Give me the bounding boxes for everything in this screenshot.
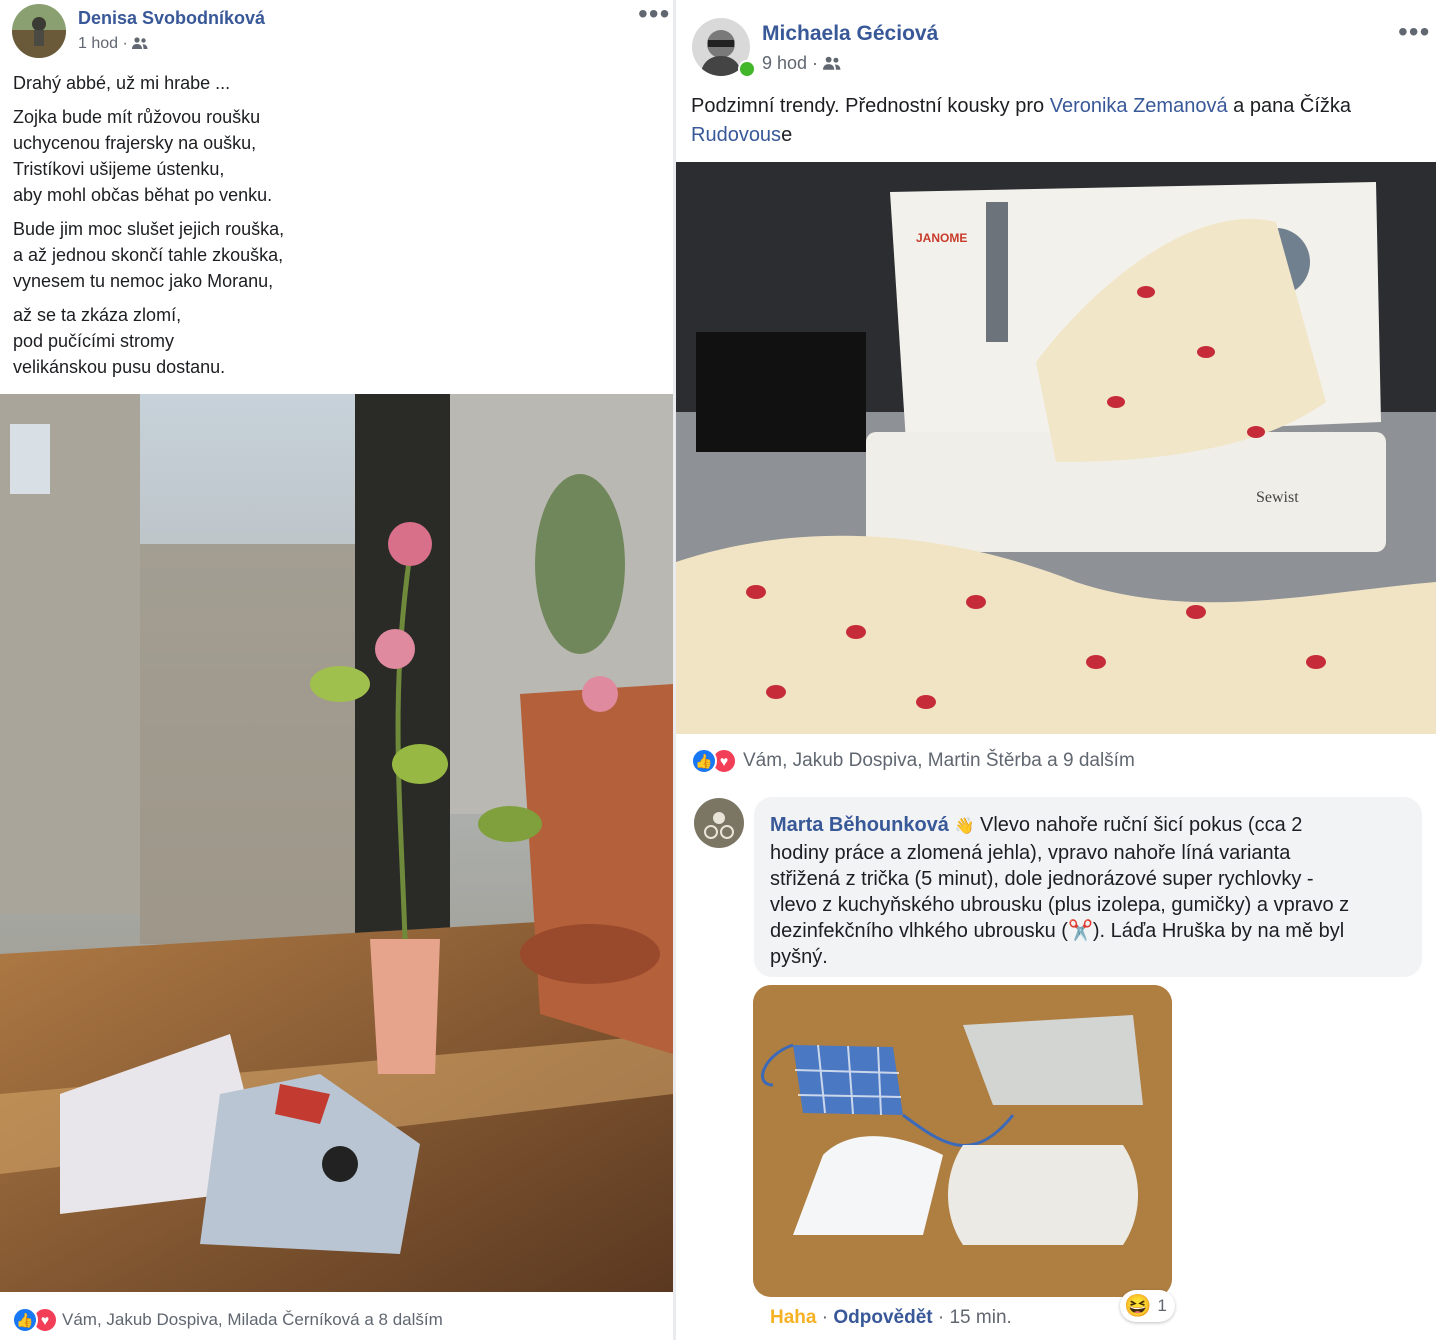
post-paragraph: Drahý abbé, už mi hrabe ... — [13, 70, 230, 96]
post-photo[interactable]: JANOME Sewist — [676, 162, 1436, 734]
comment-line: Vlevo nahoře ruční šicí pokus (cca 2 — [979, 814, 1303, 836]
comment-photo[interactable] — [753, 985, 1172, 1297]
mention-link[interactable]: Veronika Zemanová — [1050, 95, 1228, 117]
comment-line: hodiny práce a zlomená jehla), vpravo na… — [770, 842, 1291, 864]
comment-reaction-count[interactable]: 😆 1 — [1120, 1290, 1175, 1322]
post-photo[interactable] — [0, 394, 673, 1292]
like-icon: 👍 — [12, 1307, 38, 1333]
post-card: Denisa Svobodníková 1 hod · ••• Drahý ab… — [0, 0, 673, 1340]
post-time-text: 1 hod — [78, 35, 119, 52]
reply-link[interactable]: Odpovědět — [833, 1307, 932, 1328]
more-options-button[interactable]: ••• — [1398, 18, 1430, 46]
post-time[interactable]: 1 hod · — [78, 35, 148, 53]
comment-time[interactable]: 15 min. — [949, 1307, 1011, 1328]
comment-line: střižená z trička (5 minut), dole jednor… — [770, 868, 1314, 890]
comment-line: dezinfekčního vlhkého ubrousku (✂️). Láď… — [770, 920, 1345, 942]
friends-icon — [132, 35, 148, 52]
post-time[interactable]: 9 hod · — [762, 53, 841, 74]
wave-icon: 👋 — [954, 818, 975, 835]
comment-actions: Haha · Odpovědět · 15 min. — [770, 1307, 1012, 1328]
comment-line: pyšný. — [770, 946, 828, 968]
post-line: Tristíkovi ušijeme ústenku, — [13, 159, 225, 179]
reactions-summary[interactable]: 👍 ♥ Vám, Jakub Dospiva, Martin Štěrba a … — [691, 748, 1135, 774]
mention-link[interactable]: Rudovous — [691, 124, 781, 146]
reactions-summary[interactable]: 👍 ♥ Vám, Jakub Dospiva, Milada Černíková… — [12, 1307, 443, 1333]
post-paragraph: až se ta zkáza zlomí, pod pučícími stromy… — [13, 302, 225, 380]
post-line: uchycenou frajersky na oušku, — [13, 133, 257, 153]
friends-icon — [823, 53, 841, 73]
reactions-text: Vám, Jakub Dospiva, Martin Štěrba a 9 da… — [743, 750, 1135, 771]
online-status-dot — [738, 60, 756, 78]
post-line: Zojka bude mít růžovou roušku — [13, 107, 261, 127]
author-avatar[interactable] — [12, 4, 66, 58]
post-text-part: a pana Čížka — [1227, 95, 1352, 117]
comment-body: Vlevo nahoře ruční šicí pokus (cca 2 hodi… — [770, 814, 1349, 968]
haha-reaction-link[interactable]: Haha — [770, 1307, 816, 1328]
post-paragraph: Zojka bude mít růžovou roušku uchycenou f… — [13, 104, 272, 208]
post-line: vynesem tu nemoc jako Moranu, — [13, 271, 274, 291]
post-paragraph: Bude jim moc slušet jejich rouška, a až j… — [13, 216, 284, 294]
post-text: Podzimní trendy. Přednostní kousky pro V… — [691, 92, 1351, 150]
post-line: aby mohl občas běhat po venku. — [13, 185, 273, 205]
comment-line: vlevo z kuchyňského ubrousku (plus izole… — [770, 894, 1350, 916]
post-text-part: e — [781, 124, 793, 146]
comment-text: Marta Běhounková 👋 Vlevo nahoře ruční ši… — [770, 812, 1349, 970]
svg-text:JANOME: JANOME — [916, 231, 967, 245]
post-time-text: 9 hod — [762, 53, 808, 73]
post-card: Michaela Géciová 9 hod · ••• Podzimní tr… — [676, 0, 1436, 1340]
post-line: až se ta zkáza zlomí, — [13, 305, 182, 325]
post-line: velikánskou pusu dostanu. — [13, 357, 226, 377]
reaction-count-text: 1 — [1157, 1296, 1167, 1315]
commenter-avatar[interactable] — [694, 798, 744, 848]
post-text-part: Podzimní trendy. Přednostní kousky pro — [691, 95, 1050, 117]
more-options-button[interactable]: ••• — [638, 0, 670, 28]
post-line: pod pučícími stromy — [13, 331, 175, 351]
reactions-text: Vám, Jakub Dospiva, Milada Černíková a 8… — [62, 1310, 443, 1329]
post-line: Drahý abbé, už mi hrabe ... — [13, 73, 231, 93]
like-icon: 👍 — [691, 748, 717, 774]
author-name[interactable]: Denisa Svobodníková — [78, 8, 265, 29]
haha-icon: 😆 — [1124, 1293, 1152, 1318]
svg-text:Sewist: Sewist — [1256, 489, 1299, 506]
commenter-name[interactable]: Marta Běhounková — [770, 814, 949, 836]
post-line: Bude jim moc slušet jejich rouška, — [13, 219, 285, 239]
author-name[interactable]: Michaela Géciová — [762, 22, 938, 46]
post-line: a až jednou skončí tahle zkouška, — [13, 245, 284, 265]
